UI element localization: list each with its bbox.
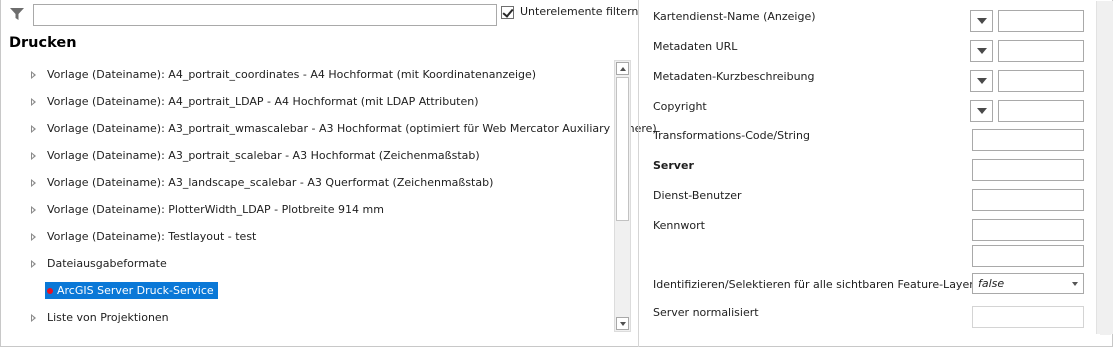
left-pane: Unterelemente filtern Drucken Vorlage (D… [0,0,657,347]
property-row: Server normalisiert [640,298,1100,328]
property-row [640,237,1100,267]
tree-item[interactable]: Vorlage (Dateiname): A3_portrait_wmascal… [28,115,657,142]
property-row: Identifizieren/Selektieren für alle sich… [640,270,1100,300]
expand-arrow-icon[interactable] [31,71,36,79]
expand-arrow-icon[interactable] [31,98,36,106]
filter-subelements-label[interactable]: Unterelemente filtern [520,5,638,18]
expand-arrow-icon[interactable] [31,206,36,214]
dropdown-button[interactable] [970,40,993,62]
feature-layer-combo[interactable]: false [972,273,1084,294]
tree-item-label[interactable]: Vorlage (Dateiname): Testlayout - test [47,223,256,250]
property-label: Identifizieren/Selektieren für alle sich… [653,278,980,291]
tree-item-label[interactable]: Vorlage (Dateiname): A3_portrait_wmascal… [47,115,657,142]
pane-divider[interactable] [638,0,639,347]
tree-item-label[interactable]: Vorlage (Dateiname): A3_landscape_scaleb… [47,169,493,196]
tree-item-label[interactable]: Vorlage (Dateiname): A3_portrait_scaleba… [47,142,480,169]
expand-arrow-icon[interactable] [31,179,36,187]
tree-item-label[interactable]: Vorlage (Dateiname): A4_portrait_coordin… [47,61,536,88]
property-row: Dienst-Benutzer [640,181,1100,211]
property-input[interactable] [972,129,1084,151]
tree-item[interactable]: Liste von Projektionen [28,304,613,331]
properties-scrollbar[interactable] [1096,1,1113,335]
property-label: Metadaten-Kurzbeschreibung [653,70,815,83]
combo-value: false [978,277,1005,290]
tree-item-label[interactable]: Dateiausgabeformate [47,250,167,277]
property-input[interactable] [972,189,1084,211]
tree-item[interactable]: Vorlage (Dateiname): A4_portrait_LDAP - … [28,88,613,115]
tree-item-label-selected[interactable]: ArcGIS Server Druck-Service [45,282,218,299]
property-label: Server normalisiert [653,306,759,319]
properties-pane: Kartendienst-Name (Anzeige) Metadaten UR… [640,0,1113,347]
property-row: Copyright [640,92,1100,122]
expand-arrow-icon[interactable] [31,233,36,241]
tree-item[interactable]: Dateiausgabeformate [28,250,613,277]
dropdown-button[interactable] [970,10,993,32]
tree-item-label[interactable]: Vorlage (Dateiname): A4_portrait_LDAP - … [47,88,479,115]
dropdown-button[interactable] [970,70,993,92]
property-label: Dienst-Benutzer [653,189,742,202]
expand-arrow-icon[interactable] [31,125,36,133]
tree-item[interactable]: Vorlage (Dateiname): A3_landscape_scaleb… [28,169,613,196]
filter-subelements-checkbox[interactable] [501,6,514,19]
property-input[interactable] [998,100,1084,122]
tree-item[interactable]: Vorlage (Dateiname): Testlayout - test [28,223,613,250]
scroll-up-button[interactable] [616,62,629,75]
filter-input[interactable] [33,4,497,26]
dropdown-button[interactable] [970,100,993,122]
tree-item-label[interactable]: Vorlage (Dateiname): PlotterWidth_LDAP -… [47,196,384,223]
property-row: Transformations-Code/String [640,121,1100,151]
property-input [972,306,1084,328]
property-input[interactable] [972,245,1084,267]
tree-item[interactable]: Vorlage (Dateiname): A4_portrait_coordin… [28,61,613,88]
scroll-thumb[interactable] [616,77,629,221]
expand-arrow-icon[interactable] [31,152,36,160]
property-input[interactable] [998,70,1084,92]
chevron-down-icon[interactable] [1072,282,1078,286]
property-row: Kartendienst-Name (Anzeige) [640,2,1100,32]
property-row: Metadaten URL [640,32,1100,62]
expand-arrow-icon[interactable] [31,314,36,322]
section-title: Drucken [9,35,77,51]
modified-marker-icon [47,287,53,294]
tree-item[interactable]: Vorlage (Dateiname): A3_portrait_scaleba… [28,142,613,169]
property-input[interactable] [998,40,1084,62]
tree-item-selected[interactable]: ArcGIS Server Druck-Service [28,277,613,304]
tree-item[interactable]: Vorlage (Dateiname): PlotterWidth_LDAP -… [28,196,613,223]
scroll-down-button[interactable] [616,317,629,330]
property-row: Server [640,151,1100,181]
property-input[interactable] [998,10,1084,32]
tree-item-text: ArcGIS Server Druck-Service [57,284,214,297]
expand-arrow-icon[interactable] [31,260,36,268]
property-label: Copyright [653,100,707,113]
tree-view: Vorlage (Dateiname): A4_portrait_coordin… [28,61,657,331]
property-input[interactable] [972,159,1084,181]
property-row: Metadaten-Kurzbeschreibung [640,62,1100,92]
property-label: Kartendienst-Name (Anzeige) [653,10,816,23]
property-label: Transformations-Code/String [653,129,810,142]
tree-scrollbar[interactable] [614,60,631,332]
property-label: Metadaten URL [653,40,738,53]
property-label: Server [653,159,694,172]
filter-icon[interactable] [9,6,25,22]
tree-item-label[interactable]: Liste von Projektionen [47,304,169,331]
scroll-thumb[interactable] [1100,1,1111,335]
